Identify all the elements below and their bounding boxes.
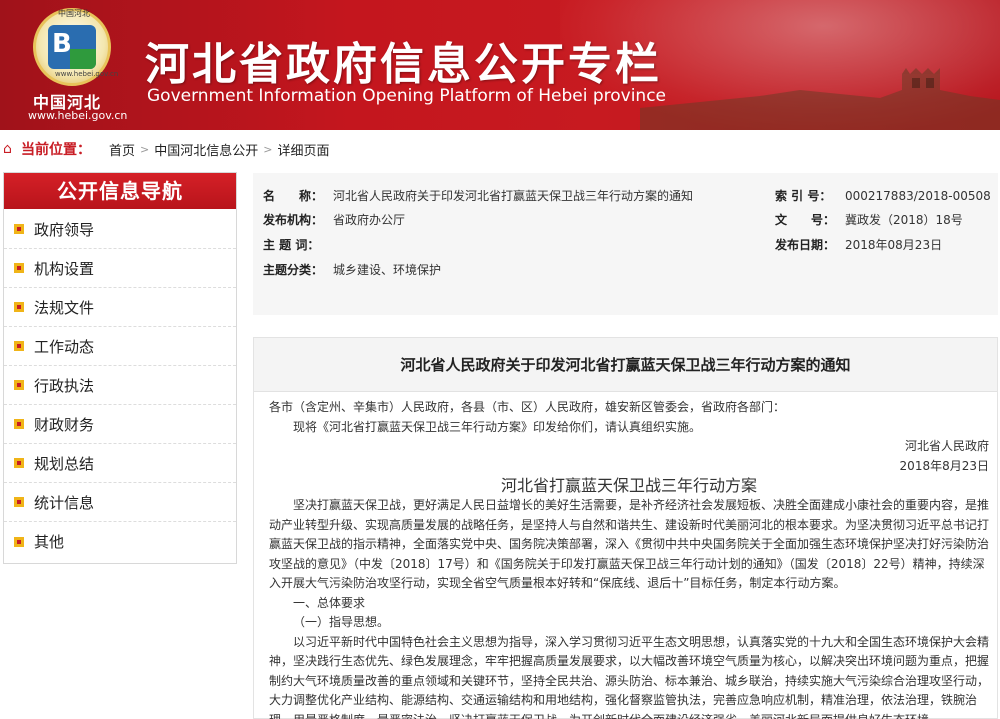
sidebar-item-work-news[interactable]: 工作动态 [4, 327, 236, 366]
sidebar-item-label: 工作动态 [34, 337, 95, 356]
meta-date: 发布日期： 2018年08月23日 [775, 238, 943, 252]
page-title-en: Government Information Opening Platform … [147, 86, 667, 106]
meta-org-value: 省政府办公厅 [333, 213, 406, 227]
sidebar-item-other[interactable]: 其他 [4, 522, 236, 561]
logo-url-small: www.hebei.gov.cn [55, 70, 119, 78]
sidebar-item-label: 规划总结 [34, 454, 95, 473]
sidebar-item-organization[interactable]: 机构设置 [4, 249, 236, 288]
bullet-icon [14, 497, 24, 507]
doc-addressee: 各市（含定州、辛集市）人民政府，各县（市、区）人民政府，雄安新区管委会，省政府各… [269, 400, 786, 414]
meta-category: 主题分类： 城乡建设、环境保护 [263, 263, 442, 277]
doc-sign-date: 2018年8月23日 [899, 458, 989, 473]
home-icon: ⌂ [3, 141, 12, 157]
document-meta: 名 称： 河北省人民政府关于印发河北省打赢蓝天保卫战三年行动方案的通知 索 引 号… [253, 173, 998, 315]
chevron-right-icon: > [263, 142, 273, 156]
sidebar-item-leaders[interactable]: 政府领导 [4, 210, 236, 249]
site-logo[interactable]: B 中国河北 www.hebei.gov.cn 中国河北 www.hebei.g… [0, 0, 130, 130]
sidebar-item-label: 法规文件 [34, 298, 95, 317]
logo-b-icon: B [48, 25, 96, 69]
document-title: 河北省人民政府关于印发河北省打赢蓝天保卫战三年行动方案的通知 [254, 338, 997, 392]
doc-notice: 现将《河北省打赢蓝天保卫战三年行动方案》印发给你们，请认真组织实施。 [293, 419, 702, 434]
chevron-right-icon: > [140, 142, 150, 156]
sidebar-item-law-enforcement[interactable]: 行政执法 [4, 366, 236, 405]
doc-signer: 河北省人民政府 [904, 439, 989, 453]
doc-section-1: 一、总体要求 [293, 595, 366, 610]
breadcrumb: ⌂ 当前位置： 首页 > 中国河北信息公开 > 详细页面 [0, 132, 1000, 166]
doc-para-2: 以习近平新时代中国特色社会主义思想为指导，深入学习贯彻习近平生态文明思想，认真落… [269, 634, 990, 719]
sidebar-item-label: 统计信息 [34, 493, 95, 512]
sidebar-item-planning[interactable]: 规划总结 [4, 444, 236, 483]
document-body: 各市（含定州、辛集市）人民政府，各县（市、区）人民政府，雄安新区管委会，省政府各… [269, 398, 989, 719]
meta-docno: 文 号： 冀政发（2018）18号 [775, 213, 963, 227]
meta-keyword: 主 题 词： [263, 238, 320, 252]
sidebar-item-label: 机构设置 [34, 259, 95, 278]
bullet-icon [14, 458, 24, 468]
bullet-icon [14, 341, 24, 351]
breadcrumb-info-link[interactable]: 中国河北信息公开 [154, 140, 258, 159]
meta-index: 索 引 号： 000217883/2018-00508 [775, 189, 991, 203]
meta-date-value: 2018年08月23日 [845, 238, 943, 252]
bullet-icon [14, 380, 24, 390]
bullet-icon [14, 263, 24, 273]
meta-docno-value: 冀政发（2018）18号 [845, 213, 963, 227]
meta-name-value: 河北省人民政府关于印发河北省打赢蓝天保卫战三年行动方案的通知 [333, 189, 694, 203]
doc-section-1-1: （一）指导思想。 [293, 615, 390, 629]
sidebar-item-regulations[interactable]: 法规文件 [4, 288, 236, 327]
logo-top-text: 中国河北 [58, 9, 90, 18]
doc-plan-title: 河北省打赢蓝天保卫战三年行动方案 [500, 476, 757, 495]
meta-org: 发布机构： 省政府办公厅 [263, 213, 406, 227]
sidebar-nav: 公开信息导航 政府领导 机构设置 法规文件 工作动态 行政执法 财政财务 规划总… [3, 172, 237, 564]
great-wall-illustration [640, 68, 1000, 130]
bullet-icon [14, 536, 24, 547]
sidebar-item-label: 其他 [34, 533, 65, 551]
page-title: 河北省政府信息公开专栏 [145, 39, 662, 90]
sidebar-item-label: 行政执法 [34, 376, 95, 395]
bullet-icon [14, 302, 24, 312]
document-content: 河北省人民政府关于印发河北省打赢蓝天保卫战三年行动方案的通知 各市（含定州、辛集… [253, 337, 998, 719]
sidebar-item-label: 财政财务 [34, 415, 95, 434]
meta-index-value: 000217883/2018-00508 [845, 189, 991, 203]
sidebar-title: 公开信息导航 [4, 173, 236, 209]
bullet-icon [14, 224, 24, 234]
sidebar-item-finance[interactable]: 财政财务 [4, 405, 236, 444]
doc-para-1: 坚决打赢蓝天保卫战，更好满足人民日益增长的美好生活需要，是补齐经济社会发展短板、… [269, 498, 990, 590]
breadcrumb-label: 当前位置： [21, 142, 91, 158]
meta-name: 名 称： 河北省人民政府关于印发河北省打赢蓝天保卫战三年行动方案的通知 [263, 189, 694, 203]
meta-category-value: 城乡建设、环境保护 [333, 263, 442, 277]
header-banner: B 中国河北 www.hebei.gov.cn 中国河北 www.hebei.g… [0, 0, 1000, 130]
breadcrumb-home-link[interactable]: 首页 [109, 140, 135, 159]
logo-url: www.hebei.gov.cn [28, 109, 128, 122]
sidebar-item-statistics[interactable]: 统计信息 [4, 483, 236, 522]
bullet-icon [14, 419, 24, 429]
breadcrumb-detail-link[interactable]: 详细页面 [277, 140, 329, 159]
sidebar-item-label: 政府领导 [34, 220, 95, 239]
